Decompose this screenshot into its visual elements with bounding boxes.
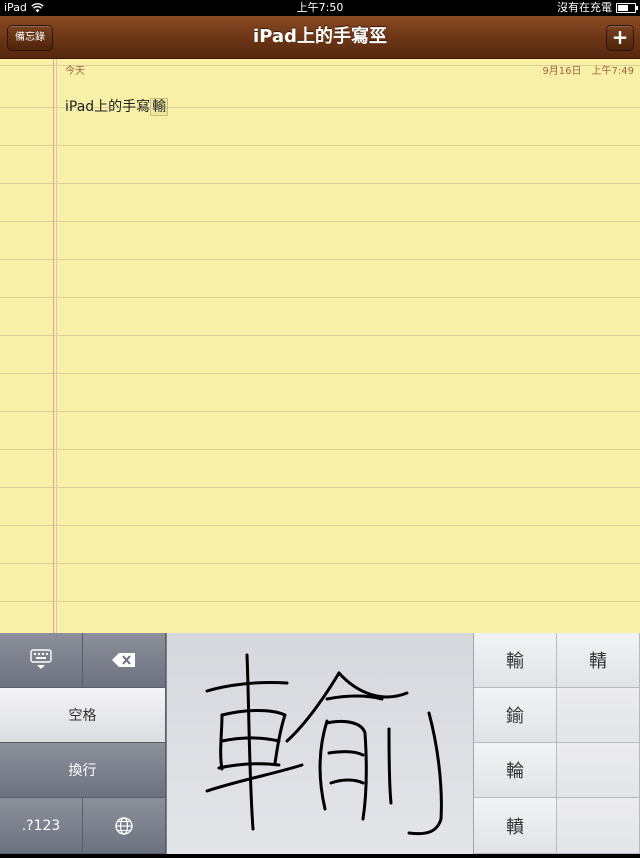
add-note-button[interactable]: + [606,25,634,51]
handwriting-keyboard: 空格 換行 .?123 輸 輤 鍮 輪 轒 [0,633,640,854]
candidate-4[interactable] [557,688,640,743]
status-right: 沒有在充電 [557,0,638,16]
hide-keyboard-button[interactable] [0,633,83,688]
marked-text: 輸 [150,98,169,116]
delete-button[interactable] [83,633,166,688]
charging-status: 沒有在充電 [557,1,612,14]
delete-backspace-icon [112,653,135,667]
notes-toolbar: iPad上的手寫巠 備忘錄 + [0,16,640,59]
note-title: iPad上的手寫巠 [253,26,387,47]
numbers-button[interactable]: .?123 [0,798,83,854]
handwriting-pad[interactable] [166,633,474,854]
candidate-6[interactable] [557,743,640,798]
note-timestamp: 9月16日 上午7:49 [532,62,634,77]
globe-button[interactable] [83,798,166,854]
candidate-5[interactable]: 輪 [474,743,557,798]
handwriting-stroke [205,653,443,836]
margin-line [53,59,54,633]
candidate-3[interactable]: 鍮 [474,688,557,743]
note-time: 上午7:49 [591,66,634,77]
status-bar: iPad 上午7:50 沒有在充電 [0,0,640,16]
note-text: iPad上的手寫 [65,99,151,115]
candidate-8[interactable] [557,798,640,854]
status-time: 上午7:50 [296,1,344,14]
note-day-label: 今天 [65,66,85,77]
return-button[interactable]: 換行 [0,743,166,798]
candidate-2[interactable]: 輤 [557,633,640,688]
note-paper[interactable]: 今天 9月16日 上午7:49 iPad上的手寫輸 [0,59,640,633]
note-date: 9月16日 [542,66,582,77]
battery-icon [616,3,638,13]
margin-line-inner [56,59,57,633]
globe-icon [115,816,133,835]
space-button[interactable]: 空格 [0,688,166,743]
note-body[interactable]: iPad上的手寫輸 [65,96,169,116]
notes-back-button[interactable]: 備忘錄 [7,25,53,51]
candidate-1[interactable]: 輸 [474,633,557,688]
candidate-7[interactable]: 轒 [474,798,557,854]
candidate-list: 輸 輤 鍮 輪 轒 [474,633,640,854]
keyboard-hide-icon [30,649,52,669]
